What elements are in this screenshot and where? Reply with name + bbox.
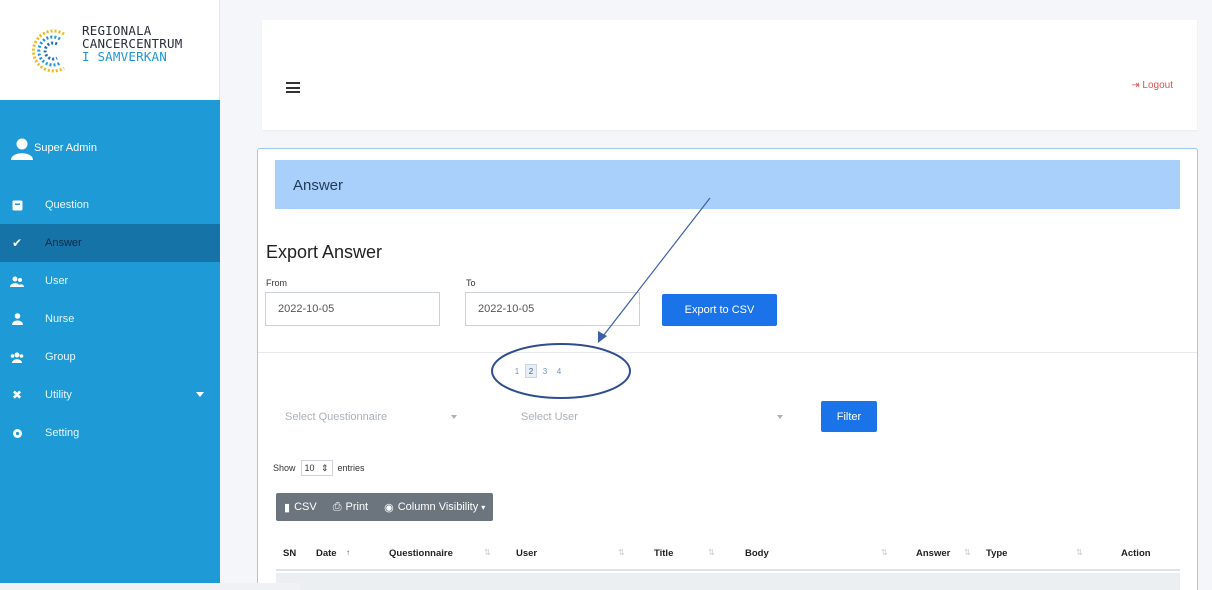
export-csv-button[interactable]: Export to CSV [662,294,777,326]
sidebar-nav: Question ✔ Answer User Nurse Group ✖ Uti… [0,186,220,452]
table-export-buttons: ▮ CSV ⎙ Print ◉ Column Visibility ▾ [276,493,494,521]
user-icon [10,312,24,326]
app-root: REGIONALA CANCERCENTRUM I SAMVERKAN Supe… [0,0,1212,590]
sidebar-item-label: Nurse [45,313,75,325]
gear-icon [10,426,24,440]
sidebar-item-user[interactable]: User [0,262,220,300]
from-date-input[interactable]: 2022-10-05 [265,292,440,326]
sort-icon: ⇅ [881,548,888,557]
brand-name: REGIONALA CANCERCENTRUM I SAMVERKAN [82,24,182,63]
filter-button[interactable]: Filter [821,401,877,432]
print-icon: ⎙ [332,500,342,513]
question-icon [10,198,24,212]
column-header-user[interactable]: User [516,548,537,559]
column-header-action[interactable]: Action [1121,548,1151,559]
top-bar: ⇥ Logout [262,20,1197,130]
sidebar-item-setting[interactable]: Setting [0,414,220,452]
page-length-select[interactable]: 10 ⇕ [300,460,333,476]
brand-logo[interactable]: REGIONALA CANCERCENTRUM I SAMVERKAN [0,0,220,100]
sidebar-item-label: Utility [45,389,72,401]
column-header-date[interactable]: Date [316,548,337,559]
sort-updown-icon: ⇕ [320,462,329,473]
sidebar-item-label: User [45,275,69,287]
panel-header: Answer [275,160,1180,209]
column-header-questionnaire[interactable]: Questionnaire [389,548,453,559]
user-select[interactable]: Select User [521,402,791,432]
sort-icon: ⇅ [618,548,625,557]
check-icon: ✔ [11,236,23,250]
sidebar-item-label: Group [45,351,76,363]
page-link[interactable]: 3 [539,364,551,378]
page-link[interactable]: 1 [511,364,523,378]
page-link[interactable]: 4 [553,364,565,378]
column-header-answer[interactable]: Answer [916,548,950,559]
sidebar-item-answer[interactable]: ✔ Answer [0,224,220,262]
chevron-down-icon [451,415,457,419]
sidebar-user-name: Super Admin [34,142,97,154]
sort-icon: ⇅ [964,548,971,557]
print-button-label: Print [345,501,369,513]
table-length-control: Show 10 ⇕ entries [273,460,365,476]
table-header: SN Date ↑ Questionnaire ⇅ User ⇅ Title ⇅… [276,535,1180,571]
menu-toggle-icon[interactable] [286,82,300,93]
export-title: Export Answer [266,242,383,262]
questionnaire-select[interactable]: Select Questionnaire [285,402,465,432]
logout-icon: ⇥ [1131,80,1140,91]
from-label: From [266,278,287,288]
to-date-input[interactable]: 2022-10-05 [465,292,640,326]
users-icon [10,274,24,288]
section-divider [258,352,1197,353]
sort-icon: ⇅ [484,548,491,557]
file-icon: ▮ [284,501,291,514]
column-header-sn[interactable]: SN [283,548,296,559]
user-select-placeholder: Select User [521,411,578,423]
page-link-current[interactable]: 2 [525,364,537,378]
sort-icon: ⇅ [708,548,715,557]
answer-panel: Answer Export Answer From 2022-10-05 To … [257,148,1198,590]
csv-button-label: CSV [294,501,317,513]
sidebar-item-label: Answer [45,237,82,249]
page-length-value: 10 [304,463,315,473]
column-header-title[interactable]: Title [654,548,673,559]
column-visibility-label: Column Visibility [397,501,479,513]
sidebar-item-utility[interactable]: ✖ Utility [0,376,220,414]
column-header-body[interactable]: Body [745,548,769,559]
sidebar: REGIONALA CANCERCENTRUM I SAMVERKAN Supe… [0,0,220,590]
sidebar-item-label: Question [45,199,90,211]
sidebar-item-group[interactable]: Group [0,338,220,376]
logout-label: Logout [1142,80,1173,91]
table-row[interactable] [276,573,1180,590]
cancer-center-logo-icon [32,29,65,73]
group-icon [10,350,24,364]
caret-down-icon: ▾ [481,502,486,512]
to-label: To [466,278,476,288]
brand-line-3: I SAMVERKAN [82,49,167,64]
status-bar [0,583,300,590]
panel-title: Answer [293,177,344,194]
sort-asc-icon: ↑ [346,548,350,557]
tools-icon: ✖ [11,388,23,402]
pagination: 1 2 3 4 [511,364,565,378]
csv-button[interactable]: ▮ CSV [276,493,325,521]
user-avatar-icon [11,138,33,160]
show-label: Show [273,463,296,473]
sidebar-item-label: Setting [45,427,80,439]
column-visibility-button[interactable]: ◉ Column Visibility ▾ [376,493,493,521]
sort-icon: ⇅ [1076,548,1083,557]
logout-link[interactable]: ⇥ Logout [1131,80,1173,91]
column-header-type[interactable]: Type [986,548,1007,559]
sidebar-user[interactable]: Super Admin [10,136,97,160]
questionnaire-select-placeholder: Select Questionnaire [285,411,388,423]
chevron-down-icon [196,392,204,397]
entries-label: entries [337,463,365,473]
print-button[interactable]: ⎙ Print [325,493,376,521]
chevron-down-icon [777,415,783,419]
eye-icon: ◉ [384,501,394,514]
sidebar-item-nurse[interactable]: Nurse [0,300,220,338]
sidebar-item-question[interactable]: Question [0,186,220,224]
